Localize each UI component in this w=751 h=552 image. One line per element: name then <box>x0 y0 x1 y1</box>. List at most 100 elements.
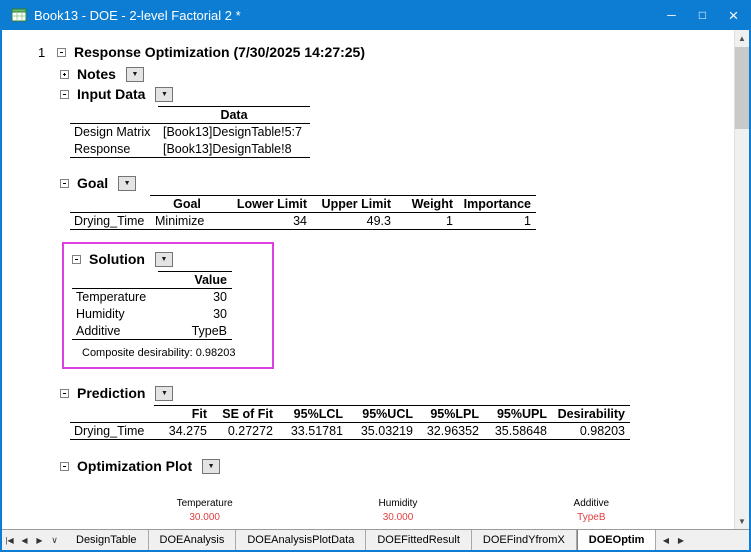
row-label: Response <box>70 140 158 158</box>
section-solution: Solution ▼ <box>72 249 266 269</box>
minimize-button[interactable]: ─ <box>656 0 687 30</box>
factor-value: 30.000 <box>382 512 414 523</box>
arrow-left-icon: ◀ <box>662 535 669 545</box>
collapse-icon[interactable] <box>57 47 66 57</box>
row-label: Design Matrix <box>74 125 151 140</box>
cell-value: 0.27272 <box>212 422 278 440</box>
collapse-icon[interactable] <box>72 254 81 264</box>
tab-doefittedresult[interactable]: DOEFittedResult <box>366 530 472 550</box>
report-client-area: 1 Response Optimization (7/30/2025 14:27… <box>2 30 749 529</box>
solution-label: Solution <box>89 251 145 267</box>
input-data-table: Data Design Matrix [Book13]DesignTable!5… <box>70 106 310 158</box>
table-row: Drying_Time Minimize 34 49.3 1 1 <box>70 212 536 230</box>
tab-doefindyfromx[interactable]: DOEFindYfromX <box>471 530 577 550</box>
arrow-right-icon: ▶ <box>677 535 684 545</box>
line-number: 1 <box>38 44 46 60</box>
chevron-down-icon: ▼ <box>160 90 168 98</box>
tab-designtable[interactable]: DesignTable <box>65 530 149 550</box>
report-title: Response Optimization (7/30/2025 14:27:2… <box>74 44 365 60</box>
solution-table: Value Temperature 30 Humidity 30 Additiv… <box>72 271 232 340</box>
close-button[interactable]: × <box>718 0 749 30</box>
close-icon: × <box>728 5 739 25</box>
expand-icon[interactable] <box>60 69 69 79</box>
tabbar-spacer <box>688 530 734 550</box>
chevron-down-icon: ▼ <box>131 70 139 78</box>
table-row: Humidity 30 <box>72 306 232 323</box>
column-header: Importance <box>458 195 536 213</box>
cell-value: 0.98203 <box>552 422 630 440</box>
tab-doeanalysisplotdata[interactable]: DOEAnalysisPlotData <box>236 530 367 550</box>
collapse-icon[interactable] <box>60 178 69 188</box>
column-header: 95%LPL <box>418 405 484 423</box>
input-data-menu-button[interactable]: ▼ <box>155 86 174 102</box>
report-title-row: 1 Response Optimization (7/30/2025 14:27… <box>38 42 734 62</box>
first-sheet-button[interactable]: |◀ <box>2 530 17 550</box>
column-header: Goal <box>150 195 224 213</box>
scroll-down-button[interactable]: ▼ <box>735 513 749 529</box>
column-header: 95%UPL <box>484 405 552 423</box>
notes-label: Notes <box>77 66 116 82</box>
goal-table: Goal Lower Limit Upper Limit Weight Impo… <box>70 195 536 230</box>
titlebar[interactable]: Book13 - DOE - 2-level Factorial 2 * ─ □… <box>2 0 749 30</box>
column-header: 95%LCL <box>278 405 348 423</box>
window-corner <box>734 530 749 550</box>
vertical-scrollbar[interactable]: ▲ ▼ <box>734 30 749 529</box>
goal-label: Goal <box>77 175 109 191</box>
factor-name: Humidity <box>378 498 418 509</box>
section-notes: Notes ▼ <box>60 64 734 84</box>
section-input-data: Input Data ▼ <box>60 84 734 104</box>
prediction-menu-button[interactable]: ▼ <box>155 385 174 401</box>
cell-value: 34 <box>224 212 312 230</box>
cell-value: 30 <box>213 290 227 305</box>
factor-humidity: Humidity 30.000 <box>301 498 494 523</box>
row-label: Temperature <box>76 290 147 305</box>
chevron-down-icon: ▼ <box>207 462 215 470</box>
solution-menu-button[interactable]: ▼ <box>155 251 173 267</box>
sheet-list-button[interactable]: ∨ <box>47 530 62 550</box>
arrow-down-icon: ▼ <box>738 516 746 526</box>
chevron-down-icon: ▼ <box>123 179 131 187</box>
column-header: Data <box>158 106 310 124</box>
scroll-up-button[interactable]: ▲ <box>735 30 749 46</box>
row-label: Drying_Time <box>70 422 154 440</box>
analysis-report: 1 Response Optimization (7/30/2025 14:27… <box>2 30 734 529</box>
table-row: Temperature 30 <box>72 289 232 306</box>
maximize-icon: □ <box>698 8 707 22</box>
sheet-tab-bar: |◀ ◀ ▶ ∨ DesignTable DOEAnalysis DOEAnal… <box>2 529 749 550</box>
tab-doeoptim[interactable]: DOEOptim <box>576 530 657 550</box>
chevron-down-icon: ▼ <box>161 389 168 397</box>
solution-highlight-box: Solution ▼ Value Temperature 30 Humidity… <box>62 242 274 369</box>
cell-value: 32.96352 <box>418 422 484 440</box>
optimization-plot-menu-button[interactable]: ▼ <box>202 458 221 474</box>
row-label: Additive <box>72 322 158 340</box>
cell-value: [Book13]DesignTable!8 <box>158 140 310 158</box>
composite-desirability-note: Composite desirability: 0.98203 <box>82 347 236 359</box>
goal-menu-button[interactable]: ▼ <box>118 175 137 191</box>
collapse-icon[interactable] <box>60 89 69 99</box>
first-sheet-icon: |◀ <box>5 535 14 545</box>
input-data-label: Input Data <box>77 86 146 102</box>
tabs-scroll-left-button[interactable]: ◀ <box>658 530 673 550</box>
next-sheet-button[interactable]: ▶ <box>32 530 47 550</box>
collapse-icon[interactable] <box>60 461 69 471</box>
factor-name: Additive <box>573 498 610 509</box>
prediction-table: Fit SE of Fit 95%LCL 95%UCL 95%LPL 95%UP… <box>70 405 630 440</box>
maximize-button[interactable]: □ <box>687 0 718 30</box>
collapse-icon[interactable] <box>60 388 69 398</box>
scrollbar-thumb[interactable] <box>735 47 749 129</box>
notes-menu-button[interactable]: ▼ <box>125 66 144 82</box>
cell-value: 1 <box>396 212 458 230</box>
chevron-down-icon: ∨ <box>51 534 58 545</box>
tabs-scroll-right-button[interactable]: ▶ <box>673 530 688 550</box>
arrow-left-icon: ◀ <box>21 535 28 545</box>
column-header: Weight <box>396 195 458 213</box>
previous-sheet-button[interactable]: ◀ <box>17 530 32 550</box>
table-header-row: Data <box>70 106 310 124</box>
table-row: Design Matrix [Book13]DesignTable!5:7 <box>70 124 310 141</box>
factor-value: 30.000 <box>189 512 220 523</box>
cell-value: [Book13]DesignTable!5:7 <box>163 125 302 140</box>
minimize-icon: ─ <box>667 8 676 22</box>
tab-doeanalysis[interactable]: DOEAnalysis <box>148 530 237 550</box>
table-header-row: Goal Lower Limit Upper Limit Weight Impo… <box>70 195 536 213</box>
optimization-plot-factor-labels: Temperature 30.000 Humidity 30.000 Addit… <box>108 498 688 523</box>
